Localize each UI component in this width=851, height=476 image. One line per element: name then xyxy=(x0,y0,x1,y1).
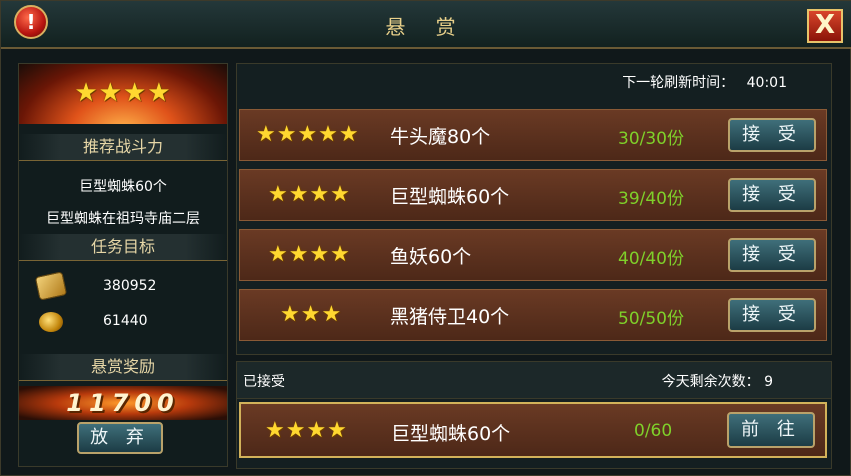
refresh-time: 40:01 xyxy=(746,75,787,91)
reward-gold-value: 61440 xyxy=(103,313,148,329)
bounty-row: ★★★★ 巨型蜘蛛60个 39/40份 接 受 xyxy=(239,169,827,221)
bounty-count: 30/30份 xyxy=(618,129,684,149)
abandon-button[interactable]: 放 弃 xyxy=(77,422,163,454)
bounty-name: 巨型蜘蛛60个 xyxy=(390,186,510,208)
accepted-label: 已接受 xyxy=(243,374,285,390)
bounty-name: 鱼妖60个 xyxy=(390,246,472,268)
row-stars: ★★★★ xyxy=(268,242,351,267)
target-name: 巨型蜘蛛60个 xyxy=(79,179,167,195)
accept-button[interactable]: 接 受 xyxy=(728,178,816,212)
mission-goal-heading: 任务目标 xyxy=(19,234,227,261)
reward-exp-value: 380952 xyxy=(103,278,157,294)
bounty-row: ★★★★★ 牛头魔80个 30/30份 接 受 xyxy=(239,109,827,161)
row-stars: ★★★★★ xyxy=(256,122,360,147)
accept-button[interactable]: 接 受 xyxy=(728,118,816,152)
bounty-row: ★★★ 黑猪侍卫40个 50/50份 接 受 xyxy=(239,289,827,341)
window-title: 悬 赏 xyxy=(385,15,468,39)
bounty-row: ★★★★ 鱼妖60个 40/40份 接 受 xyxy=(239,229,827,281)
remaining-count: 今天剩余次数： 9 xyxy=(662,371,773,391)
bounty-reward-heading: 悬赏奖励 xyxy=(19,354,227,381)
accept-button[interactable]: 接 受 xyxy=(728,298,816,332)
accepted-header: 已接受 今天剩余次数： 9 xyxy=(237,362,831,399)
bounty-count: 39/40份 xyxy=(618,189,684,209)
accept-button[interactable]: 接 受 xyxy=(728,238,816,272)
accepted-task-row: ★★★★ 巨型蜘蛛60个 0/60 前 往 xyxy=(239,402,827,458)
go-button[interactable]: 前 往 xyxy=(727,412,815,448)
target-location: 巨型蜘蛛在祖玛寺庙二层 xyxy=(46,211,200,227)
bounty-reward-value: 11700 xyxy=(19,386,227,420)
accepted-task-stars: ★★★★ xyxy=(265,418,348,443)
row-stars: ★★★★ xyxy=(268,182,351,207)
bounty-name: 牛头魔80个 xyxy=(390,126,491,148)
recommended-power-heading: 推荐战斗力 xyxy=(19,134,227,161)
title-bar: ! 悬 赏 X xyxy=(1,1,851,49)
gold-coin-icon xyxy=(39,312,63,332)
task-detail-panel: ★★★★ 推荐战斗力 巨型蜘蛛60个 巨型蜘蛛在祖玛寺庙二层 任务目标 3809… xyxy=(18,63,228,467)
bounty-window: ! 悬 赏 X ★★★★ 推荐战斗力 巨型蜘蛛60个 巨型蜘蛛在祖玛寺庙二层 任… xyxy=(0,0,851,476)
bounty-count: 40/40份 xyxy=(618,249,684,269)
accepted-task-name: 巨型蜘蛛60个 xyxy=(391,423,511,445)
close-button[interactable]: X xyxy=(807,9,843,43)
difficulty-stars: ★★★★ xyxy=(74,78,172,108)
bounty-name: 黑猪侍卫40个 xyxy=(390,306,510,328)
bounty-count: 50/50份 xyxy=(618,309,684,329)
fire-banner: ★★★★ xyxy=(19,64,227,124)
scroll-icon xyxy=(34,271,68,301)
remaining-value: 9 xyxy=(764,374,773,390)
remaining-label: 今天剩余次数： xyxy=(661,374,760,390)
row-stars: ★★★ xyxy=(280,302,343,327)
accepted-task-progress: 0/60 xyxy=(634,421,673,441)
refresh-label: 下一轮刷新时间： xyxy=(622,75,735,91)
refresh-timer: 下一轮刷新时间： 40:01 xyxy=(622,72,787,92)
